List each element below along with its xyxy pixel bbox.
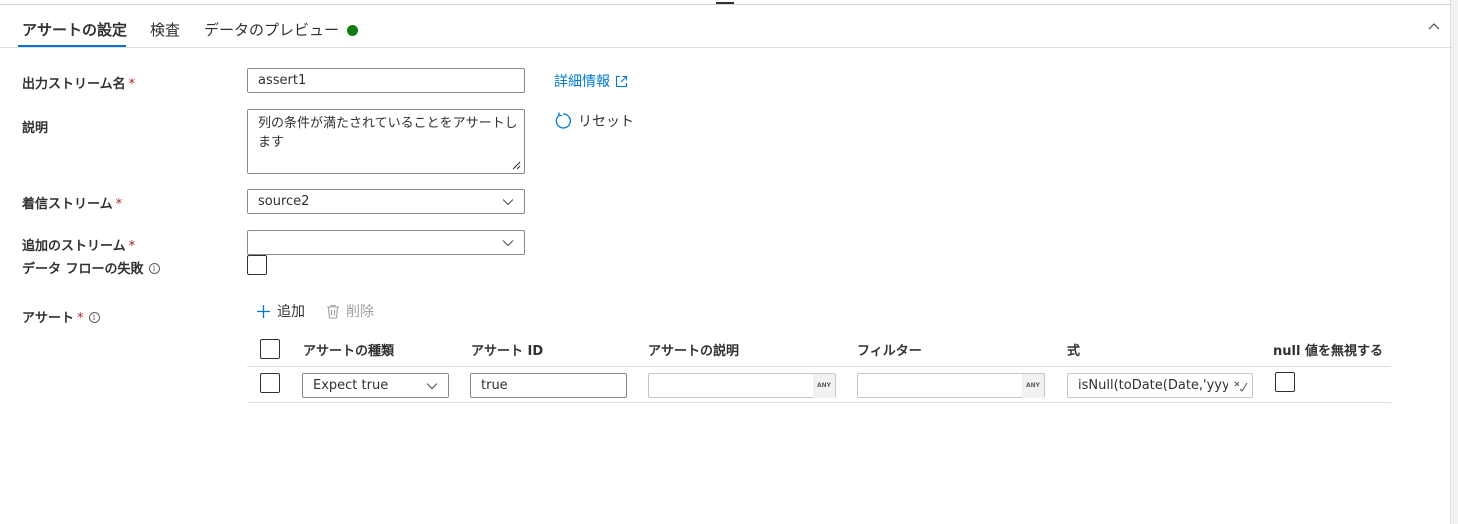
- expression-builder-badge[interactable]: ANY: [1022, 374, 1044, 398]
- expression-builder-badge[interactable]: ANY: [813, 374, 835, 398]
- output-stream-label: 出力ストリーム名 *: [22, 77, 136, 92]
- fail-data-flow-label: データ フローの失敗 i: [22, 258, 160, 277]
- column-header-ignore-null: null 値を無視する: [1273, 344, 1383, 359]
- resize-handle[interactable]: [716, 2, 734, 4]
- tab-bar: アサートの設定 検査 データのプレビュー: [0, 5, 1452, 48]
- chevron-down-icon: [502, 240, 514, 247]
- add-button[interactable]: 追加: [256, 301, 305, 321]
- tab-assert-settings[interactable]: アサートの設定: [22, 19, 127, 40]
- column-header-assert-id: アサート ID: [471, 344, 544, 359]
- delete-button[interactable]: 削除: [326, 301, 374, 321]
- table-divider: [247, 402, 1391, 403]
- tab-data-preview[interactable]: データのプレビュー: [204, 19, 339, 40]
- filter-input[interactable]: ANY: [857, 373, 1045, 398]
- status-dot-icon: [347, 25, 358, 36]
- tab-inspect[interactable]: 検査: [150, 19, 180, 40]
- column-header-assert-description: アサートの説明: [648, 344, 740, 359]
- output-stream-input[interactable]: assert1: [247, 68, 525, 93]
- assert-id-input[interactable]: true: [470, 373, 627, 398]
- refresh-icon: [555, 112, 571, 129]
- trash-icon: [327, 304, 339, 319]
- assert-type-dropdown[interactable]: Expect true: [302, 373, 449, 398]
- learn-more-link[interactable]: 詳細情報: [554, 71, 628, 91]
- additional-streams-dropdown[interactable]: [247, 230, 525, 255]
- asserts-label: アサート * i: [22, 307, 100, 326]
- info-icon[interactable]: i: [148, 263, 160, 274]
- chevron-down-icon: [502, 199, 514, 206]
- row-select-checkbox[interactable]: [260, 373, 280, 393]
- additional-streams-label: 追加のストリーム *: [22, 239, 136, 254]
- column-header-expression: 式: [1067, 344, 1081, 359]
- vertical-scrollbar[interactable]: [1450, 0, 1458, 524]
- info-icon[interactable]: i: [88, 312, 100, 323]
- chevron-up-icon[interactable]: [1426, 19, 1442, 35]
- description-label: 説明: [22, 121, 49, 136]
- fail-data-flow-checkbox[interactable]: [247, 255, 267, 275]
- expression-input[interactable]: isNull(toDate(Date,'yyyy...: [1067, 373, 1253, 398]
- resize-grip-icon[interactable]: [511, 160, 521, 170]
- assert-description-input[interactable]: ANY: [648, 373, 836, 398]
- column-header-assert-type: アサートの種類: [303, 344, 395, 359]
- column-header-filter: フィルター: [857, 344, 922, 359]
- chevron-down-icon: [426, 383, 438, 390]
- ignore-null-checkbox[interactable]: [1275, 372, 1295, 392]
- incoming-stream-dropdown[interactable]: source2: [247, 189, 525, 214]
- expression-builder-icon[interactable]: [1234, 379, 1248, 393]
- reset-button[interactable]: リセット: [554, 111, 634, 131]
- external-link-icon: [615, 75, 628, 88]
- description-textarea[interactable]: 列の条件が満たされていることをアサートします: [247, 109, 525, 174]
- plus-icon: [257, 305, 270, 318]
- incoming-stream-label: 着信ストリーム *: [22, 197, 123, 212]
- select-all-checkbox[interactable]: [260, 339, 280, 359]
- active-tab-indicator: [18, 45, 126, 47]
- table-divider: [247, 366, 1391, 367]
